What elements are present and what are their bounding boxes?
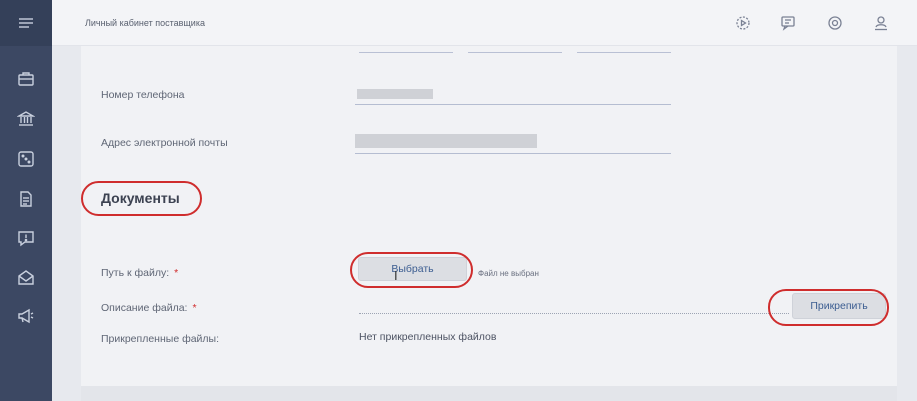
sidebar-item-briefcase[interactable] (10, 63, 42, 95)
file-description-input[interactable] (359, 313, 789, 314)
sidebar (0, 0, 52, 401)
video-tutorial-button[interactable] (734, 14, 752, 32)
file-description-label-text: Описание файла: (101, 302, 188, 314)
file-path-label-text: Путь к файлу: (101, 267, 170, 279)
burger-menu-button[interactable] (0, 0, 52, 46)
dice-icon (18, 151, 34, 167)
user-icon (875, 16, 887, 31)
file-path-label: Путь к файлу: * (101, 267, 178, 279)
envelope-icon (18, 270, 34, 285)
sidebar-item-announcements[interactable] (10, 300, 42, 332)
required-mark: * (174, 267, 179, 279)
sidebar-item-alerts[interactable] (10, 222, 42, 254)
settings-icon (828, 16, 842, 30)
bank-icon (17, 111, 35, 126)
form-panel: Номер телефона Адрес электронной почты Д… (81, 46, 897, 386)
required-mark: * (192, 302, 197, 314)
main-content: Номер телефона Адрес электронной почты Д… (52, 46, 917, 401)
page-title: Личный кабинет поставщика (85, 18, 205, 28)
highlight-documents (81, 181, 202, 216)
sidebar-item-mail[interactable] (10, 262, 42, 294)
email-value-redacted (355, 134, 537, 148)
email-label: Адрес электронной почты (101, 137, 228, 149)
burger-menu-icon (19, 18, 33, 28)
highlight-attach-button (768, 289, 889, 326)
no-file-selected-text: Файл не выбран (478, 269, 539, 278)
text-cursor-icon: I (394, 268, 398, 283)
attached-files-label: Прикрепленные файлы: (101, 333, 220, 345)
briefcase-icon (18, 72, 34, 86)
settings-button[interactable] (826, 14, 844, 32)
document-icon (20, 191, 32, 207)
megaphone-icon (18, 308, 34, 324)
input-underline (359, 52, 453, 53)
top-header: Личный кабинет поставщика (52, 0, 917, 46)
phone-input[interactable] (355, 104, 671, 105)
highlight-choose-button (350, 252, 473, 288)
alert-message-icon (18, 231, 34, 247)
phone-value-redacted (357, 89, 433, 99)
sidebar-item-dice[interactable] (10, 143, 42, 175)
email-input[interactable] (355, 153, 671, 154)
no-attached-files-text: Нет прикрепленных файлов (359, 331, 497, 343)
user-profile-button[interactable] (872, 14, 890, 32)
input-underline (577, 52, 671, 53)
play-circle-icon (736, 16, 750, 30)
file-description-label: Описание файла: * (101, 302, 197, 314)
sidebar-item-bank[interactable] (10, 103, 42, 135)
feedback-icon (781, 16, 795, 31)
input-underline (468, 52, 562, 53)
panel-footer (81, 386, 897, 401)
sidebar-item-document[interactable] (10, 183, 42, 215)
feedback-button[interactable] (779, 14, 797, 32)
phone-label: Номер телефона (101, 89, 185, 101)
